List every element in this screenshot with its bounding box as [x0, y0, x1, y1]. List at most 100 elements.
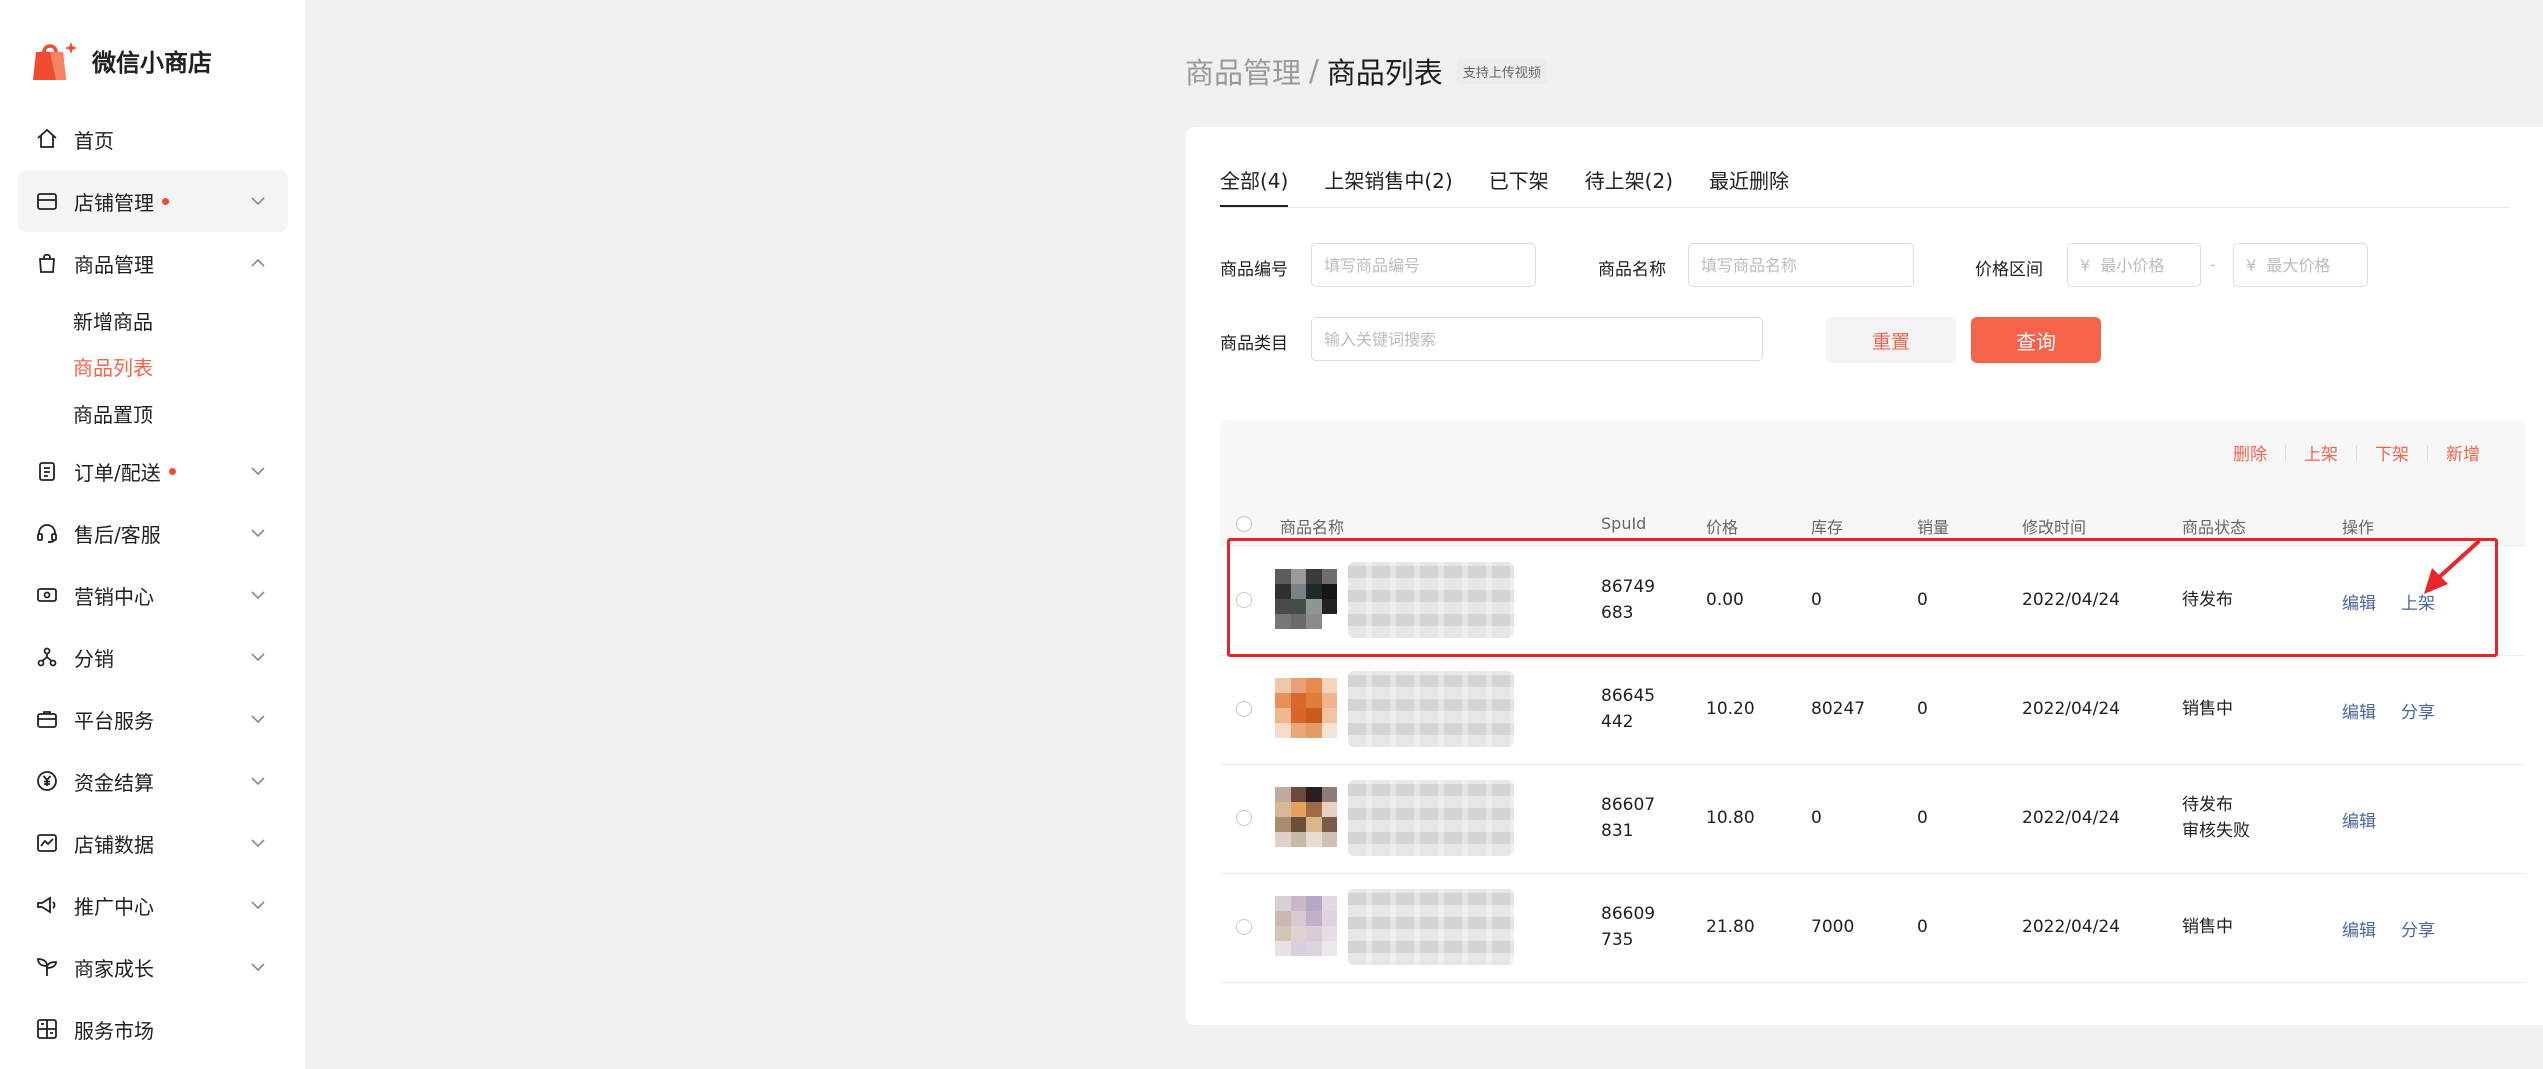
column-header-sales: 销量 [1917, 518, 1950, 537]
thumbnail-pixel [1306, 896, 1322, 911]
thumbnail-pixel [1290, 614, 1306, 629]
sidebar-item-platform[interactable]: 平台服务 [18, 688, 288, 750]
sidebar-item-funds[interactable]: 资金结算 [18, 750, 288, 812]
toolbar-divider [2427, 444, 2428, 461]
sidebar-item-market[interactable]: 服务市场 [18, 998, 288, 1060]
sidebar-item-orders[interactable]: 订单/配送 [18, 440, 288, 502]
tab-recently-deleted[interactable]: 最近删除 [1709, 165, 1789, 208]
spuid-cell: 86749 683 [1601, 577, 1656, 623]
price-max-input[interactable] [2233, 243, 2368, 287]
shelve-link[interactable]: 上架 [2401, 589, 2435, 614]
thumbnail-pixel [1290, 708, 1306, 723]
breadcrumb-separator: / [1309, 54, 1319, 88]
batch-delete-button[interactable]: 删除 [2233, 440, 2267, 465]
sidebar-item-promotion[interactable]: 推广中心 [18, 874, 288, 936]
batch-shelve-button[interactable]: 上架 [2304, 440, 2338, 465]
edit-link[interactable]: 编辑 [2342, 916, 2376, 941]
sidebar-item-marketing[interactable]: 营销中心 [18, 564, 288, 626]
thumbnail-pixel [1321, 614, 1337, 629]
price-min-input[interactable] [2067, 243, 2201, 287]
product-name-blurred[interactable] [1348, 889, 1514, 965]
sidebar-item-label: 订单/配送 [74, 460, 161, 485]
thumbnail-pixel [1321, 787, 1337, 802]
bag-icon [34, 250, 60, 276]
spuid-cell: 86645 442 [1601, 686, 1656, 732]
thumbnail-pixel [1321, 802, 1337, 817]
product-code-input[interactable] [1311, 243, 1536, 287]
sales-cell: 0 [1917, 808, 1928, 828]
product-thumbnail[interactable] [1275, 896, 1337, 956]
thumbnail-pixel [1275, 569, 1291, 584]
row-select-radio[interactable] [1236, 919, 1252, 935]
share-link[interactable]: 分享 [2401, 916, 2435, 941]
product-name-blurred[interactable] [1348, 671, 1514, 747]
sidebar-item-label: 推广中心 [74, 894, 154, 919]
edit-link[interactable]: 编辑 [2342, 589, 2376, 614]
column-header-ops: 操作 [2342, 518, 2375, 537]
sidebar-item-store[interactable]: 店铺管理 [18, 170, 288, 232]
status-cell: 销售中 [2182, 917, 2233, 937]
thumbnail-pixel [1321, 911, 1337, 926]
product-name-blurred[interactable] [1348, 780, 1514, 856]
edit-link[interactable]: 编辑 [2342, 698, 2376, 723]
category-search-input[interactable] [1311, 317, 1763, 361]
sidebar-item-label: 分销 [74, 646, 114, 671]
sidebar-item-distribution[interactable]: 分销 [18, 626, 288, 688]
briefcase-icon [34, 706, 60, 732]
spuid-cell: 86609 735 [1601, 904, 1656, 950]
product-table: 删除 上架 下架 新增 商品名称 SpuId 价格 库存 销量 修改时间 商品状… [1220, 420, 2525, 1000]
chevron-down-icon [251, 777, 265, 786]
sidebar-item-growth[interactable]: 商家成长 [18, 936, 288, 998]
breadcrumb-parent[interactable]: 商品管理 [1185, 50, 1301, 92]
thumbnail-pixel [1290, 926, 1306, 941]
status-tabs: 全部(4) 上架销售中(2) 已下架 待上架(2) 最近删除 [1220, 165, 1825, 208]
sidebar-item-goods[interactable]: 商品管理 [18, 232, 288, 294]
row-select-radio[interactable] [1236, 592, 1252, 608]
tab-off-shelf[interactable]: 已下架 [1489, 165, 1549, 208]
thumbnail-pixel [1321, 896, 1337, 911]
column-header-spuid: SpuId [1601, 514, 1647, 533]
chevron-down-icon [251, 963, 265, 972]
sidebar-item-label: 营销中心 [74, 584, 154, 609]
add-product-button[interactable]: 新增 [2446, 440, 2480, 465]
product-thumbnail[interactable] [1275, 678, 1337, 738]
store-icon [34, 188, 60, 214]
thumbnail-pixel [1275, 802, 1291, 817]
share-link[interactable]: 分享 [2401, 698, 2435, 723]
query-button[interactable]: 查询 [1971, 317, 2101, 363]
tab-all[interactable]: 全部(4) [1220, 165, 1289, 208]
product-code-label: 商品编号 [1220, 260, 1288, 280]
product-thumbnail[interactable] [1275, 569, 1337, 629]
column-header-status: 商品状态 [2182, 518, 2247, 537]
sidebar-item-data[interactable]: 店铺数据 [18, 812, 288, 874]
select-all-radio[interactable] [1236, 516, 1252, 532]
tab-on-sale[interactable]: 上架销售中(2) [1324, 165, 1452, 208]
table-row: 86609 735 21.80 7000 0 2022/04/24 销售中 编辑 … [1220, 873, 2525, 983]
tab-pending[interactable]: 待上架(2) [1585, 165, 1673, 208]
submenu-add-product[interactable]: 新增商品 [73, 306, 153, 335]
reset-button[interactable]: 重置 [1826, 317, 1956, 363]
submenu-product-pin[interactable]: 商品置顶 [73, 399, 153, 428]
product-name-blurred[interactable] [1348, 562, 1514, 638]
product-name-input[interactable] [1688, 243, 1914, 287]
thumbnail-pixel [1306, 693, 1322, 708]
row-select-radio[interactable] [1236, 810, 1252, 826]
sidebar: 微信小商店 首页 店铺管理 商品管理 新增商品 商品列表 商品置顶 订单/配送 [0, 0, 305, 1069]
sidebar-item-home[interactable]: 首页 [18, 108, 288, 170]
status-cell: 待发布 审核失败 [2182, 795, 2250, 841]
thumbnail-pixel [1290, 911, 1306, 926]
review-failed-text: 审核失败 [2182, 821, 2250, 841]
edit-link[interactable]: 编辑 [2342, 807, 2376, 832]
batch-unshelve-button[interactable]: 下架 [2375, 440, 2409, 465]
app-name: 微信小商店 [92, 48, 212, 77]
price-range-label: 价格区间 [1975, 260, 2043, 280]
submenu-product-list[interactable]: 商品列表 [73, 352, 153, 381]
share-nodes-icon [34, 644, 60, 670]
sidebar-item-service[interactable]: 售后/客服 [18, 502, 288, 564]
price-range-dash: - [2210, 255, 2216, 274]
product-thumbnail[interactable] [1275, 787, 1337, 847]
product-name-label: 商品名称 [1598, 260, 1666, 280]
row-select-radio[interactable] [1236, 701, 1252, 717]
market-icon [34, 1016, 60, 1042]
app-logo[interactable]: 微信小商店 [30, 36, 212, 84]
